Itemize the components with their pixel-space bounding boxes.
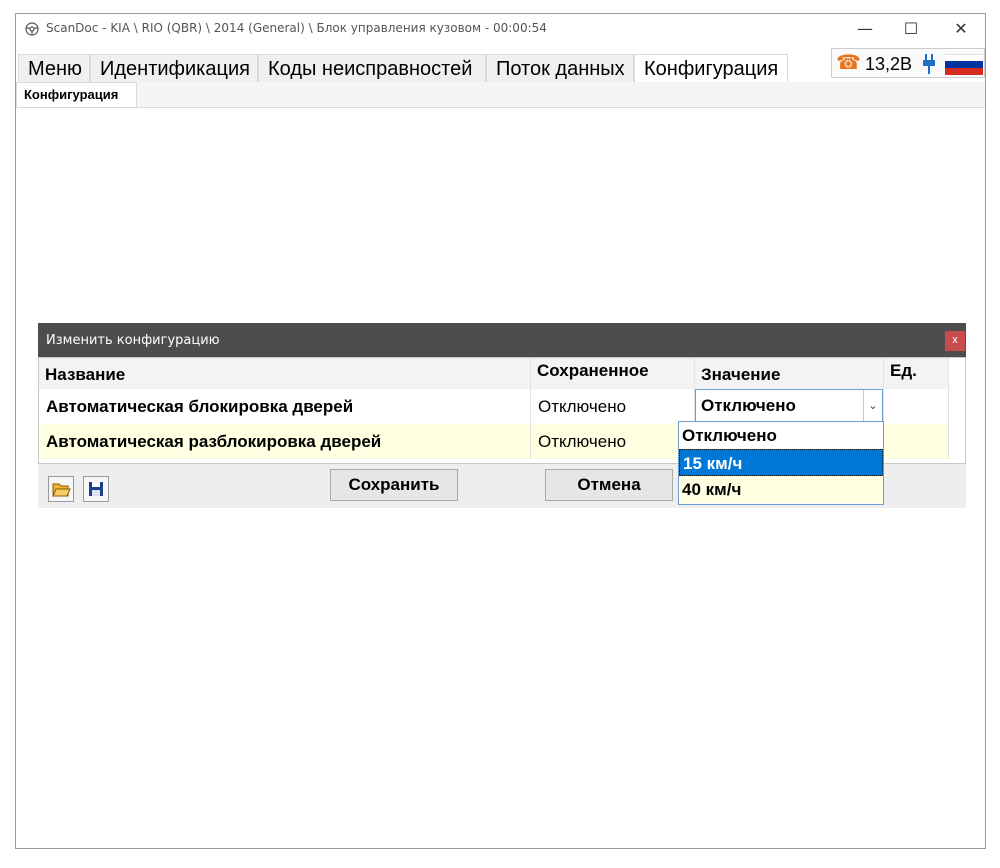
column-divider xyxy=(948,358,949,459)
value-combobox[interactable]: Отключено ⌄ xyxy=(695,389,883,423)
tab-configuration[interactable]: Конфигурация xyxy=(634,54,788,82)
plug-icon xyxy=(923,54,935,74)
chevron-down-icon[interactable]: ⌄ xyxy=(863,390,882,422)
row2-saved: Отключено xyxy=(538,432,627,451)
tab-menu[interactable]: Меню xyxy=(18,54,90,82)
tab-data-stream[interactable]: Поток данных xyxy=(486,54,634,82)
maximize-button[interactable]: ☐ xyxy=(888,14,934,44)
tab-identification[interactable]: Идентификация xyxy=(90,54,258,82)
value-dropdown-list: Отключено 15 км/ч 40 км/ч xyxy=(678,421,884,505)
save-button[interactable]: Сохранить xyxy=(330,469,458,501)
column-header-value: Значение xyxy=(695,358,883,389)
subtab-configuration[interactable]: Конфигурация xyxy=(16,82,137,107)
dialog-close-button[interactable]: x xyxy=(945,331,965,351)
column-header-saved: Сохраненное xyxy=(531,358,694,389)
tab-fault-codes[interactable]: Коды неисправностей xyxy=(258,54,486,82)
open-folder-icon xyxy=(52,483,71,497)
voltage-readout: 13,2В xyxy=(865,54,913,74)
close-window-button[interactable]: ✕ xyxy=(938,14,984,44)
column-header-name: Название xyxy=(39,358,530,389)
title-bar: ScanDoc - KIA \ RIO (QBR) \ 2014 (Genera… xyxy=(16,14,985,46)
minimize-button[interactable]: — xyxy=(842,14,888,44)
phone-icon: ☎ xyxy=(836,52,861,74)
steering-wheel-icon xyxy=(25,22,39,36)
window-title: ScanDoc - KIA \ RIO (QBR) \ 2014 (Genera… xyxy=(46,21,547,35)
column-header-unit: Ед. xyxy=(884,358,948,389)
save-disk-button[interactable] xyxy=(83,476,109,502)
cancel-button[interactable]: Отмена xyxy=(545,469,673,501)
row2-name[interactable]: Автоматическая разблокировка дверей xyxy=(39,424,530,459)
status-panel: ☎ 13,2В xyxy=(831,48,985,78)
dropdown-option-15kmh[interactable]: 15 км/ч xyxy=(679,449,883,476)
open-folder-button[interactable] xyxy=(48,476,74,502)
save-disk-icon xyxy=(89,482,103,496)
dialog-title: Изменить конфигурацию xyxy=(46,333,220,348)
dialog-title-bar: Изменить конфигурацию x xyxy=(38,323,966,357)
russia-flag-icon xyxy=(945,54,983,75)
dropdown-option-off[interactable]: Отключено xyxy=(679,422,883,449)
row1-name[interactable]: Автоматическая блокировка дверей xyxy=(39,389,530,424)
sub-tab-bar: Конфигурация xyxy=(16,82,985,108)
combobox-value: Отключено xyxy=(701,396,796,415)
dropdown-option-40kmh[interactable]: 40 км/ч xyxy=(679,476,883,503)
row1-saved: Отключено xyxy=(538,397,627,416)
